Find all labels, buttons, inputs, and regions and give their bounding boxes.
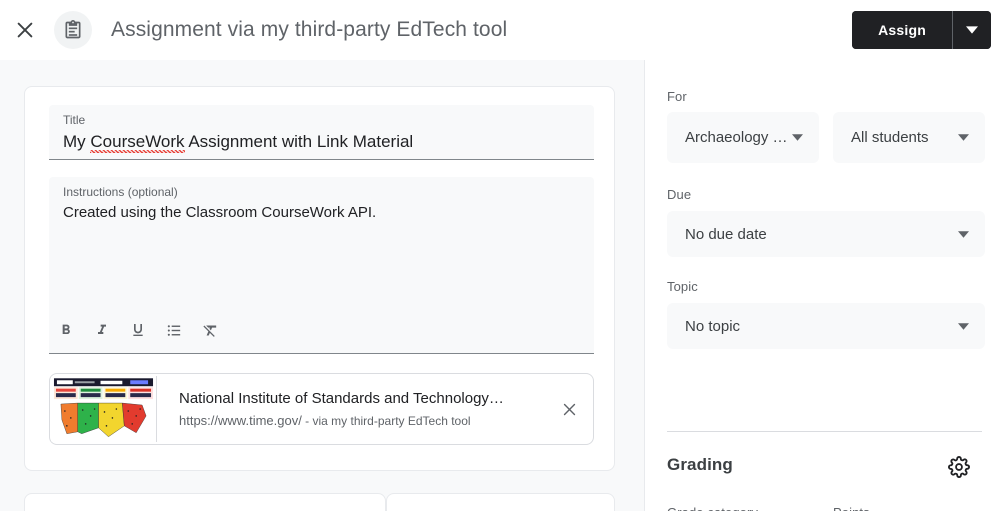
body-area: Title My CourseWork Assignment with Link… <box>0 60 1007 511</box>
close-icon[interactable] <box>5 10 45 50</box>
attachment-info: National Institute of Standards and Tech… <box>157 389 545 430</box>
for-label: For <box>667 89 687 104</box>
course-dropdown[interactable]: Archaeology … <box>667 112 819 163</box>
due-date-dropdown[interactable]: No due date <box>667 211 985 257</box>
attachment-subtitle: https://www.time.gov/ - via my third-par… <box>179 412 545 430</box>
underline-icon[interactable] <box>121 315 155 345</box>
us-time-zones-map-thumbnail <box>51 376 157 442</box>
title-value-suffix: Assignment with Link Material <box>185 132 414 151</box>
italic-icon[interactable] <box>85 315 119 345</box>
create-assignment-screen: Assignment via my third-party EdTech too… <box>0 0 1007 511</box>
title-value-prefix: My <box>63 132 90 151</box>
instructions-field[interactable]: Instructions (optional) Created using th… <box>49 177 594 354</box>
gear-icon[interactable] <box>946 454 972 480</box>
chevron-down-icon <box>958 323 985 330</box>
topic-dropdown[interactable]: No topic <box>667 303 985 349</box>
chevron-down-icon <box>792 134 819 141</box>
app-header: Assignment via my third-party EdTech too… <box>0 0 1007 60</box>
points-label: Points <box>833 505 870 511</box>
assign-dropdown-button[interactable] <box>953 11 991 49</box>
title-field[interactable]: Title My CourseWork Assignment with Link… <box>49 105 594 160</box>
attachment-title: National Institute of Standards and Tech… <box>179 389 545 409</box>
grading-heading: Grading <box>667 455 733 475</box>
page-title: Assignment via my third-party EdTech too… <box>111 18 507 42</box>
topic-value: No topic <box>667 318 958 335</box>
assignment-editor-pane: Title My CourseWork Assignment with Link… <box>0 60 645 511</box>
bulleted-list-icon[interactable] <box>157 315 191 345</box>
topic-label: Topic <box>667 279 698 294</box>
due-label: Due <box>667 187 691 202</box>
instructions-input[interactable]: Created using the Classroom CourseWork A… <box>63 202 580 224</box>
grade-category-label: Grade category <box>667 505 758 511</box>
assignment-settings-pane: For Archaeology … All students Due No du… <box>646 60 1007 511</box>
assign-button[interactable]: Assign <box>852 11 952 49</box>
clear-formatting-icon[interactable] <box>193 315 227 345</box>
bold-icon[interactable] <box>49 315 83 345</box>
title-field-label: Title <box>63 113 580 127</box>
course-dropdown-value: Archaeology … <box>667 129 792 146</box>
attachment-card[interactable]: National Institute of Standards and Tech… <box>49 373 594 445</box>
assign-button-group: Assign <box>852 11 991 49</box>
bottom-card-left[interactable] <box>24 493 386 511</box>
due-date-value: No due date <box>667 226 958 243</box>
title-input[interactable]: My CourseWork Assignment with Link Mater… <box>63 129 580 155</box>
remove-attachment-icon[interactable] <box>545 374 593 444</box>
chevron-down-icon <box>958 134 985 141</box>
attachment-url: https://www.time.gov/ <box>179 413 302 428</box>
assignment-card: Title My CourseWork Assignment with Link… <box>24 86 615 471</box>
instructions-field-label: Instructions (optional) <box>63 185 580 199</box>
students-dropdown[interactable]: All students <box>833 112 985 163</box>
chevron-down-icon <box>958 231 985 238</box>
bottom-card-right[interactable] <box>386 493 615 511</box>
title-value-misspelled: CourseWork <box>90 132 184 155</box>
section-divider <box>667 431 982 432</box>
assignment-clipboard-icon <box>54 11 92 49</box>
students-dropdown-value: All students <box>833 129 958 146</box>
attachment-via: - via my third-party EdTech tool <box>305 414 470 428</box>
formatting-toolbar <box>49 313 594 347</box>
